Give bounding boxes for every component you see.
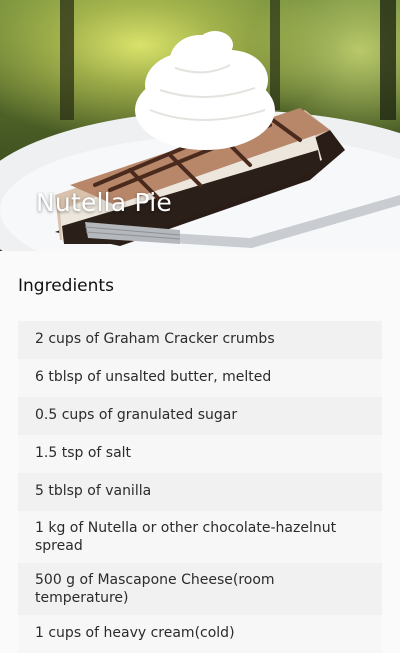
ingredient-item: 5 tblsp of vanilla [18,473,382,511]
ingredient-item: 1 kg of Nutella or other chocolate-hazel… [18,511,382,563]
ingredient-item: 0.5 cups of granulated sugar [18,397,382,435]
ingredients-heading: Ingredients [18,276,114,296]
ingredient-item: 6 tblsp of unsalted butter, melted [18,359,382,397]
ingredient-item: 2 cups of Graham Cracker crumbs [18,321,382,359]
recipe-hero-image: Nutella Pie [0,0,400,251]
ingredient-item: 1.5 tsp of salt [18,435,382,473]
ingredients-list: 2 cups of Graham Cracker crumbs 6 tblsp … [18,321,382,653]
ingredient-item: 500 g of Mascapone Cheese(room temperatu… [18,563,382,615]
recipe-title: Nutella Pie [36,188,172,217]
ingredient-item: 1 cups of heavy cream(cold) [18,615,382,653]
